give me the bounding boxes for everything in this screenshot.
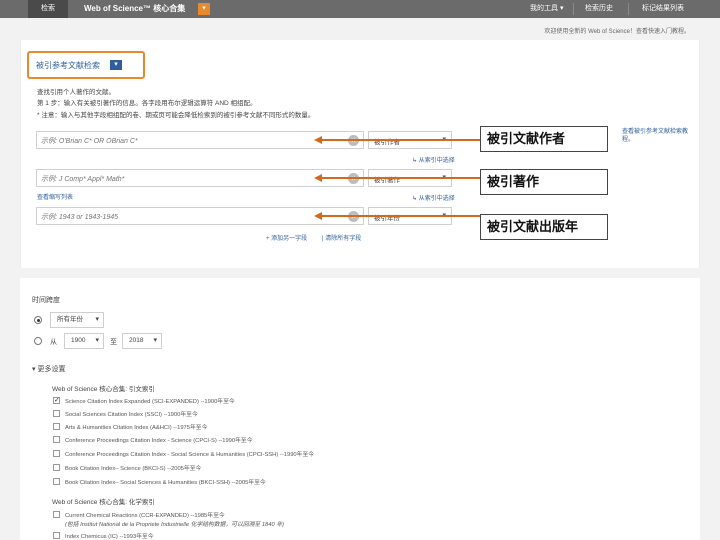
select-value: 被引作者 bbox=[374, 139, 400, 146]
callout-cited-author: 被引文献作者 bbox=[480, 126, 608, 152]
index-label: Conference Proceedings Citation Index - … bbox=[65, 438, 253, 444]
to-label: 至 bbox=[110, 339, 117, 346]
tutorial-hint-link[interactable]: 查看被引参考文献检索教程。 bbox=[622, 128, 698, 144]
marked-list-link[interactable]: 标记结果列表 bbox=[642, 0, 684, 18]
instruction-line: 查找引用个人著作的文献。 bbox=[37, 89, 115, 96]
brand-dropdown-icon[interactable]: ▾ bbox=[198, 3, 210, 15]
add-field-button[interactable]: + 添加另一字段 bbox=[266, 233, 307, 242]
nav-separator bbox=[628, 3, 629, 15]
index-checkbox[interactable] bbox=[53, 436, 60, 443]
to-year-select[interactable]: 2018 ▾ bbox=[122, 333, 162, 349]
abbreviation-list-link[interactable]: 查看缩写列表 bbox=[37, 192, 73, 201]
arrowhead-icon bbox=[314, 174, 322, 182]
callout-cited-year: 被引文献出版年 bbox=[480, 214, 608, 240]
index-label: Science Citation Index Expanded (SCI-EXP… bbox=[65, 399, 235, 405]
index-checkbox[interactable] bbox=[53, 464, 60, 471]
chevron-down-icon: ▾ bbox=[95, 337, 99, 344]
left-margin bbox=[0, 40, 20, 540]
select-value: 2018 bbox=[129, 337, 144, 344]
from-year-select[interactable]: 1900 ▾ bbox=[64, 333, 104, 349]
chevron-down-icon: ▾ bbox=[95, 316, 99, 323]
index-checkbox[interactable] bbox=[53, 532, 60, 539]
index-group-heading: Web of Science 核心合集: 引文索引 bbox=[52, 386, 155, 393]
select-value: 被引年份 bbox=[374, 215, 400, 222]
select-from-index-link[interactable]: ↳ 从索引中选择 bbox=[412, 193, 455, 202]
search-history-link[interactable]: 检索历史 bbox=[585, 0, 613, 18]
instruction-line: 第 1 步：输入有关被引著作的信息。各字段用布尔逻辑运算符 AND 相组配。 bbox=[37, 100, 257, 107]
annotation-arrow bbox=[322, 215, 480, 217]
index-label: Arts & Humanities Citation Index (A&HCI)… bbox=[65, 425, 208, 431]
arrowhead-icon bbox=[314, 212, 322, 220]
link-label: 从索引中选择 bbox=[418, 196, 455, 202]
brand-title: Web of Science™ 核心合集 bbox=[84, 4, 186, 13]
radio-all-years[interactable] bbox=[34, 316, 42, 324]
search-type-label[interactable]: 被引参考文献检索 bbox=[36, 60, 100, 71]
cited-year-input[interactable] bbox=[41, 211, 331, 223]
index-label: Conference Proceedings Citation Index - … bbox=[65, 452, 315, 458]
timespan-heading: 时间跨度 bbox=[32, 297, 60, 304]
instruction-line: * 注意：输入与其他字段相组配的卷、期或页可能会降低检索到的被引参考文献不同形式… bbox=[37, 112, 315, 119]
chevron-down-icon: ▾ bbox=[153, 337, 157, 344]
tab-search[interactable]: 检索 bbox=[28, 0, 68, 18]
arrowhead-icon bbox=[314, 136, 322, 144]
reset-fields-button[interactable]: | 清除所有字段 bbox=[322, 233, 361, 242]
index-checkbox[interactable] bbox=[53, 478, 60, 485]
callout-cited-work: 被引著作 bbox=[480, 169, 608, 195]
select-from-index-link[interactable]: ↳ 从索引中选择 bbox=[412, 155, 455, 164]
cited-work-input[interactable] bbox=[41, 173, 331, 185]
annotation-arrow bbox=[322, 139, 480, 141]
link-label: 从索引中选择 bbox=[418, 158, 455, 164]
index-label: Book Citation Index– Social Sciences & H… bbox=[65, 480, 266, 486]
all-years-select[interactable]: 所有年份 ▾ bbox=[50, 312, 104, 328]
right-margin bbox=[700, 40, 720, 540]
select-value: 所有年份 bbox=[57, 316, 83, 323]
index-group-heading: Web of Science 核心合集: 化学索引 bbox=[52, 499, 155, 506]
index-checkbox[interactable] bbox=[53, 450, 60, 457]
more-settings-toggle[interactable]: ▾ 更多设置 bbox=[32, 364, 65, 374]
top-nav-bar: 检索 Web of Science™ 核心合集 ▾ 我的工具 ▾ 检索历史 标记… bbox=[0, 0, 720, 18]
cited-author-input[interactable] bbox=[41, 135, 331, 147]
index-checkbox[interactable] bbox=[53, 396, 60, 404]
my-tools-menu[interactable]: 我的工具 ▾ bbox=[530, 0, 563, 18]
chevron-down-icon[interactable]: ▾ bbox=[110, 60, 122, 70]
index-label: Current Chemical Reactions (CCR-EXPANDED… bbox=[65, 513, 225, 519]
nav-separator bbox=[573, 3, 574, 15]
notice-bar: 欢迎使用全新的 Web of Science！查看快速入门教程。 bbox=[0, 18, 720, 40]
index-checkbox[interactable] bbox=[53, 410, 60, 417]
section-divider bbox=[20, 268, 700, 278]
index-checkbox[interactable] bbox=[53, 511, 60, 518]
welcome-notice[interactable]: 欢迎使用全新的 Web of Science！查看快速入门教程。 bbox=[544, 26, 690, 35]
index-label: Index Chemicus (IC) --1993年至今 bbox=[65, 534, 154, 540]
radio-year-range[interactable] bbox=[34, 337, 42, 345]
annotation-arrow bbox=[322, 177, 480, 179]
index-label: Book Citation Index– Science (BKCI-S) --… bbox=[65, 466, 202, 472]
select-value: 被引著作 bbox=[374, 177, 400, 184]
index-checkbox[interactable] bbox=[53, 423, 60, 430]
index-sublabel: (包括 Institut National de la Propriete In… bbox=[65, 522, 285, 528]
select-value: 1900 bbox=[71, 337, 86, 344]
index-label: Social Sciences Citation Index (SSCI) --… bbox=[65, 412, 198, 418]
from-label: 从 bbox=[50, 339, 57, 346]
